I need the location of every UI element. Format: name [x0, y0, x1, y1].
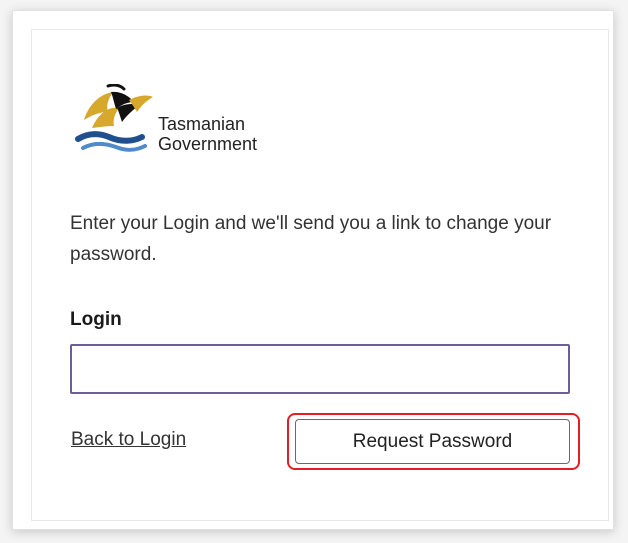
logo-line-2: Government — [158, 134, 258, 154]
login-label: Login — [70, 309, 122, 330]
instruction-text: Enter your Login and we'll send you a li… — [70, 213, 552, 265]
tasmanian-tiger-emblem-icon — [75, 84, 153, 152]
request-password-button[interactable]: Request Password — [295, 419, 570, 464]
logo-line-1: Tasmanian — [158, 114, 246, 134]
login-input[interactable] — [70, 344, 570, 394]
logo-text: Tasmanian Government — [158, 114, 257, 154]
tasmanian-government-logo: Tasmanian Government — [74, 84, 294, 164]
back-to-login-link[interactable]: Back to Login — [71, 429, 186, 451]
